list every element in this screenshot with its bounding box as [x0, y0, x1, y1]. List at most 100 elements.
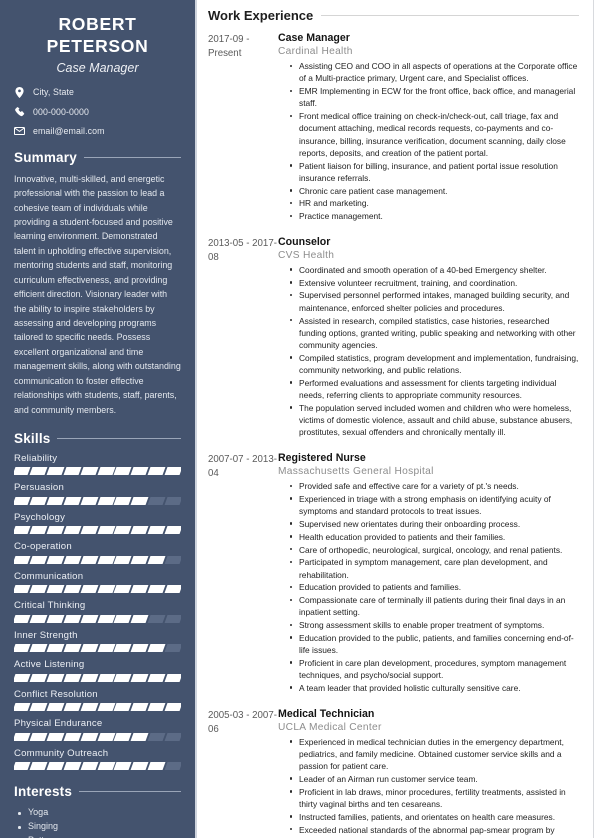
skill-level-segment: [63, 673, 82, 682]
skill-level-segment: [14, 526, 31, 535]
skill-label: Conflict Resolution: [14, 688, 98, 700]
skill-level-segment: [80, 526, 98, 535]
skill-level-segment: [97, 467, 115, 476]
job-bullet: Strong assessment skills to enable prope…: [290, 619, 579, 631]
skill-level-segment: [46, 644, 65, 653]
contact-email-text: email@email.com: [33, 125, 105, 136]
skill-level-segment: [147, 703, 166, 712]
skill-level-segment: [63, 555, 82, 564]
skill-level-segment: [80, 644, 98, 653]
work-experience-heading-text: Work Experience: [208, 8, 314, 23]
job-body: Case Manager Cardinal Health Assisting CEO…: [278, 32, 579, 223]
skill-level-segment: [14, 703, 31, 712]
skill-level-segment: [147, 614, 166, 623]
skill-item: Physical Endurance: [14, 718, 181, 741]
skill-level-segment: [147, 496, 166, 505]
skill-level-segment: [46, 732, 65, 741]
skill-level-segment: [80, 555, 98, 564]
contact-location-text: City, State: [33, 87, 75, 98]
skill-level-segment: [14, 673, 31, 682]
job-entry: 2007-07 - 2013-04 Registered Nurse Massach…: [208, 452, 579, 695]
skill-level-segment: [97, 732, 115, 741]
skill-level-segment: [46, 585, 65, 594]
skill-level-segment: [130, 673, 149, 682]
skill-level-segment: [80, 673, 98, 682]
job-bullet: Education provided to the public, patien…: [290, 632, 579, 657]
skill-level-segment: [97, 673, 115, 682]
summary-heading-rule: [83, 156, 181, 158]
skill-level-segment: [80, 762, 98, 771]
job-company: Massachusetts General Hospital: [278, 466, 434, 478]
skill-level-segment: [147, 732, 166, 741]
skill-level-segment: [46, 526, 65, 535]
skill-label: Persuasion: [14, 482, 64, 494]
skill-level-segment: [130, 732, 149, 741]
job-bullet: Compiled statistics, program development…: [290, 352, 579, 377]
skill-label: Reliability: [14, 452, 58, 464]
skill-level-segment: [113, 555, 132, 564]
skill-level-segment: [113, 644, 132, 653]
skill-level-segment: [113, 732, 132, 741]
job-bullet: Front medical office training on check-i…: [290, 110, 579, 159]
skill-level-segment: [130, 467, 149, 476]
skill-level-segment: [80, 467, 98, 476]
skill-level-segment: [97, 703, 115, 712]
skill-level-segment: [29, 703, 48, 712]
job-company: UCLA Medical Center: [278, 721, 382, 733]
skill-level-segment: [97, 526, 115, 535]
job-bullet-list: Assisting CEO and COO in all aspects of …: [278, 60, 579, 222]
skill-label: Active Listening: [14, 659, 85, 671]
skill-level-segment: [14, 555, 31, 564]
skill-level-segment: [80, 496, 98, 505]
skill-item: Critical Thinking: [14, 600, 181, 623]
skill-level-segment: [164, 614, 181, 623]
skill-level-segment: [130, 526, 149, 535]
job-bullet: Chronic care patient case management.: [290, 185, 579, 197]
envelope-icon: [14, 126, 25, 135]
interest-item: Yoga: [14, 806, 181, 820]
skill-level-segment: [147, 585, 166, 594]
skill-level-segment: [130, 703, 149, 712]
skill-level-segment: [29, 526, 48, 535]
skill-level-segment: [46, 555, 65, 564]
skill-level-segment: [147, 644, 166, 653]
skill-level-segment: [63, 703, 82, 712]
skill-level-segment: [164, 673, 181, 682]
job-bullet: Assisted in research, compiled statistic…: [290, 315, 579, 352]
skills-list: Reliability Persuasion Psychology Co-operat…: [14, 453, 181, 771]
skill-level-segment: [147, 673, 166, 682]
skill-level-segment: [63, 732, 82, 741]
job-role: Medical Technician: [278, 707, 375, 720]
skill-level-segment: [14, 644, 31, 653]
skill-item: Inner Strength: [14, 630, 181, 653]
skill-level-segment: [80, 585, 98, 594]
skill-item: Psychology: [14, 512, 181, 535]
skill-level-segment: [29, 614, 48, 623]
skill-level-bar: [14, 732, 181, 741]
job-dates: 2007-07 - 2013-04: [208, 454, 277, 480]
contact-location: City, State: [14, 86, 181, 98]
job-bullet: Patient liaison for billing, insurance, …: [290, 160, 579, 185]
skill-level-segment: [113, 614, 132, 623]
skill-item: Active Listening: [14, 659, 181, 682]
job-bullet: Supervised new orientates during their o…: [290, 518, 579, 530]
skill-level-segment: [14, 585, 31, 594]
interest-item: Pottery: [14, 834, 181, 838]
skill-level-segment: [14, 614, 31, 623]
summary-heading-text: Summary: [14, 149, 77, 165]
skill-level-segment: [164, 703, 181, 712]
sidebar: ROBERT PETERSON Case Manager City, State: [0, 0, 197, 838]
job-dates: 2017-09 - Present: [208, 34, 250, 60]
job-bullet: Proficient in lab draws, minor procedure…: [290, 786, 579, 811]
skill-level-segment: [113, 526, 132, 535]
job-body: Counselor CVS Health Coordinated and smoot…: [278, 236, 579, 439]
job-bullet: Care of orthopedic, neurological, surgic…: [290, 544, 579, 556]
skill-level-segment: [29, 732, 48, 741]
skill-level-segment: [164, 762, 181, 771]
skill-level-segment: [130, 496, 149, 505]
skill-level-segment: [164, 467, 181, 476]
skill-level-segment: [164, 526, 181, 535]
skill-level-segment: [29, 644, 48, 653]
skill-level-segment: [80, 614, 98, 623]
skill-item: Reliability: [14, 453, 181, 476]
